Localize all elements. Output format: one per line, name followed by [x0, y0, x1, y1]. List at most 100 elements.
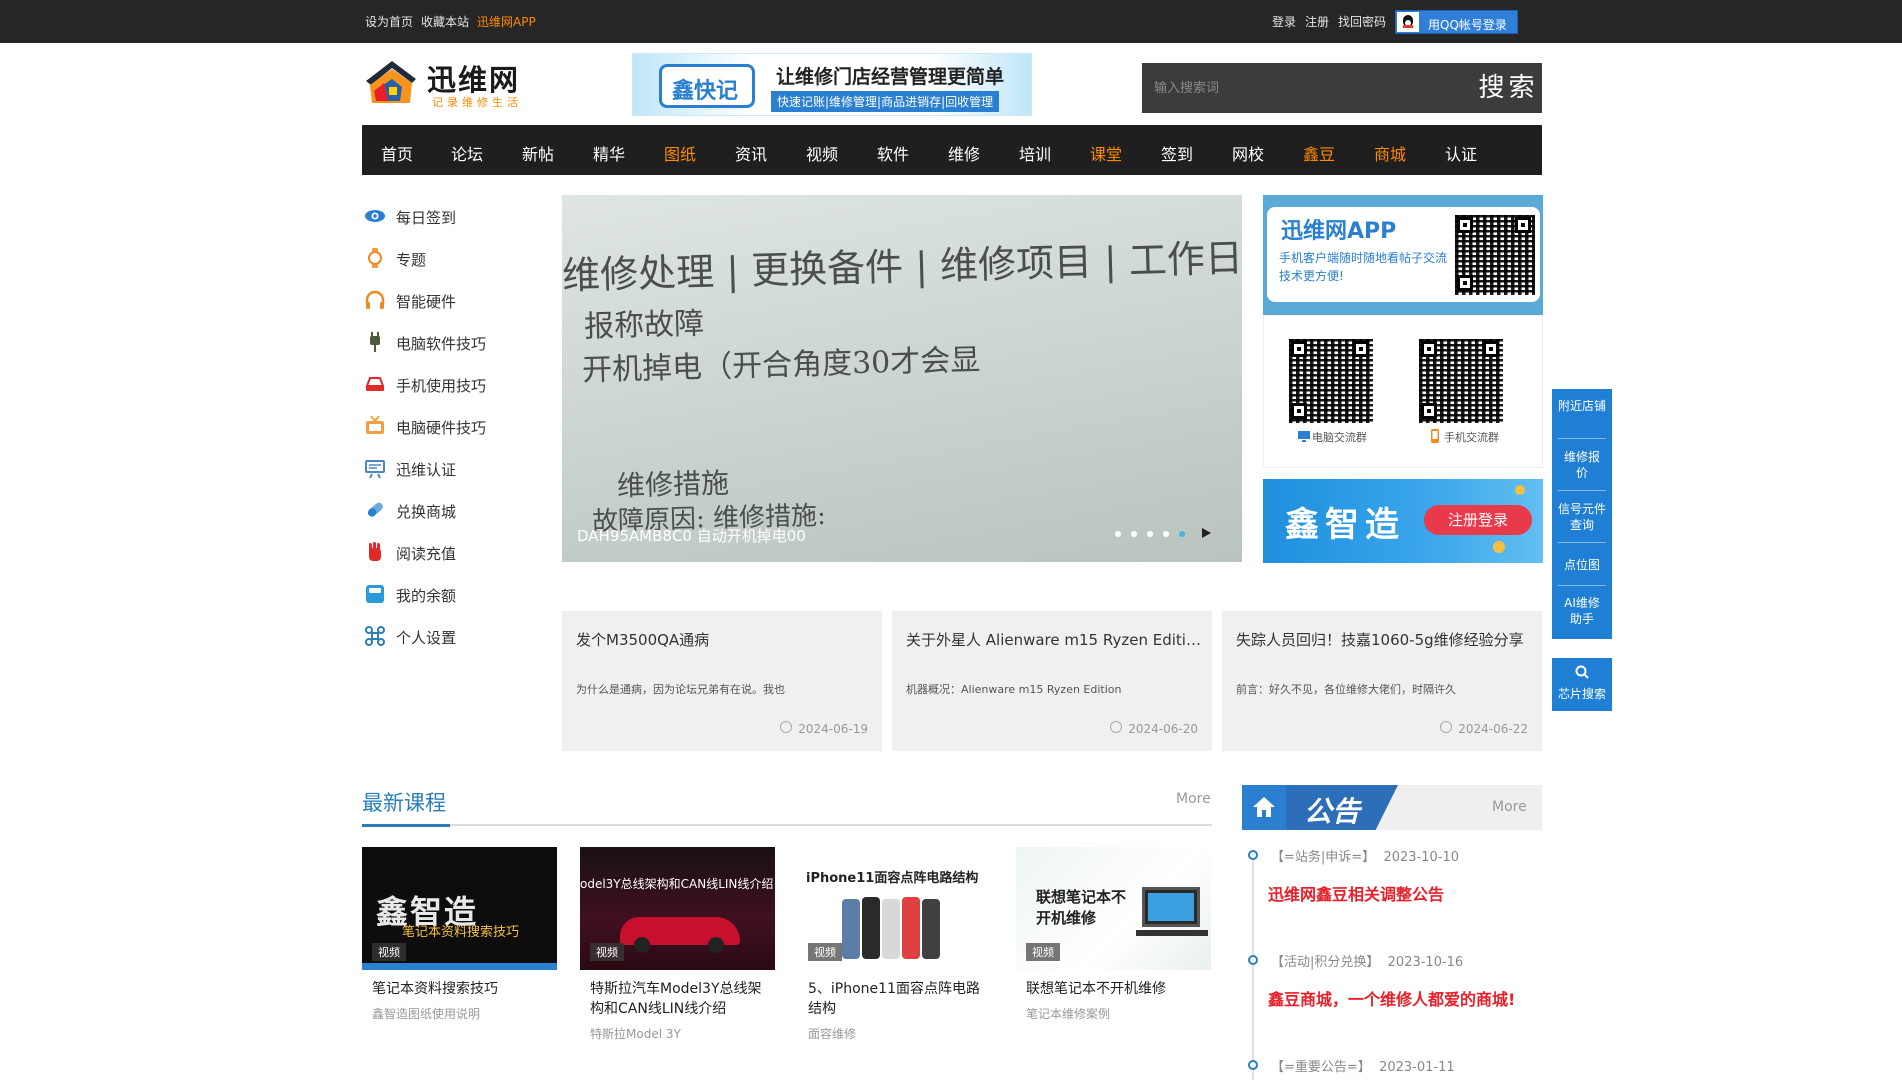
timeline-dot	[1248, 1060, 1258, 1070]
banner-subline: 快速记账|维修管理|商品进销存|回收管理	[771, 91, 1000, 112]
timeline-dot	[1248, 955, 1258, 965]
post-card[interactable]: 发个M3500QA通病 为什么是通病，因为论坛兄弟有在说。我也 2024-06-…	[562, 611, 882, 751]
notice-title-link[interactable]: 迅维网鑫豆相关调整公告	[1268, 881, 1444, 905]
notice-more-link[interactable]: More	[1492, 799, 1527, 815]
bookmark-link[interactable]: 收藏本站	[421, 13, 469, 30]
slider-photo-text: 开机掉电（开合角度30才会显	[581, 342, 981, 389]
side-signal-component[interactable]: 信号元件查询	[1552, 501, 1612, 533]
menu-label: 兑换商城	[396, 503, 457, 521]
post-excerpt: 为什么是通病，因为论坛兄弟有在说。我也	[576, 683, 785, 696]
course-thumbnail[interactable]: iPhone11面容点阵电路结构 视频	[798, 847, 993, 970]
pc-group-label: 电脑交流群	[1312, 431, 1367, 444]
courses-more-link[interactable]: More	[1176, 791, 1211, 807]
coin-icon	[1515, 485, 1525, 495]
nav-item-xindou[interactable]: 鑫豆	[1303, 141, 1335, 165]
courses-section-title: 最新课程	[362, 791, 446, 815]
menu-label: 个人设置	[396, 629, 457, 647]
section-divider	[362, 824, 1212, 826]
header-ad-banner[interactable]: 鑫快记 让维修门店经营管理更简单 快速记账|维修管理|商品进销存|回收管理	[632, 53, 1032, 116]
post-excerpt: 前言：好久不见，各位维修大佬们，时隔许久	[1236, 683, 1456, 696]
search-input[interactable]	[1142, 63, 1475, 113]
side-chip-search-button[interactable]: 芯片搜索	[1552, 658, 1612, 711]
thumb-text: 联想笔记本不开机维修	[1036, 888, 1127, 927]
logo-icon[interactable]	[362, 57, 420, 107]
slider-dot[interactable]	[1147, 531, 1153, 537]
course-tag: 视频	[808, 943, 842, 961]
notice-meta: 【=重要公告=】 2023-01-11	[1271, 1056, 1455, 1075]
menu-label: 手机使用技巧	[396, 377, 487, 395]
slider-dot[interactable]	[1115, 531, 1121, 537]
nav-item-software[interactable]: 软件	[877, 141, 909, 165]
xinzhizao-register-button[interactable]: 注册登录	[1424, 505, 1532, 535]
nav-item-new-posts[interactable]: 新帖	[522, 141, 554, 165]
course-name[interactable]: 5、iPhone11面容点阵电路结构	[808, 979, 993, 1019]
slider-play-icon[interactable]	[1202, 528, 1211, 538]
notice-date: 2023-10-16	[1387, 955, 1464, 970]
search-button[interactable]: 搜索	[1475, 63, 1542, 113]
course-thumbnail[interactable]: odel3Y总线架构和CAN线LIN线介绍 视频	[580, 847, 775, 970]
nav-item-schematics[interactable]: 图纸	[664, 141, 696, 165]
logo-name[interactable]: 迅维网	[427, 57, 520, 99]
slider-caption[interactable]: DAH95AMB8C0 自动开机掉电00	[577, 525, 806, 546]
post-card[interactable]: 失踪人员回归！技嘉1060-5g维修经验分享 前言：好久不见，各位维修大佬们，时…	[1222, 611, 1542, 751]
notice-title-link[interactable]: 鑫豆商城，一个维修人都爱的商城!	[1268, 986, 1515, 1010]
home-icon[interactable]	[1242, 785, 1286, 830]
post-card[interactable]: 关于外星人 Alienware m15 Ryzen Edition 维修 机器概…	[892, 611, 1212, 751]
forgot-password-link[interactable]: 找回密码	[1338, 13, 1386, 30]
side-ai-assistant[interactable]: AI维修助手	[1552, 595, 1612, 627]
notice-title: 公告	[1304, 795, 1361, 828]
featured-slider[interactable]: 维修处理 | 更换备件 | 维修项目 | 工作日志 | 报称故障 开机掉电（开合…	[562, 195, 1242, 562]
top-bar: 设为首页 收藏本站 迅维网APP 登录 注册 找回密码 用QQ帐号登录	[0, 0, 1902, 43]
app-promo-box[interactable]: 迅维网APP 手机客户端随时随地看帖子交流技术更方便!	[1263, 195, 1543, 315]
nav-item-classroom[interactable]: 课堂	[1090, 141, 1122, 165]
app-link[interactable]: 迅维网APP	[477, 13, 536, 30]
nav-item-mall[interactable]: 商城	[1374, 141, 1406, 165]
post-title[interactable]: 失踪人员回归！技嘉1060-5g维修经验分享	[1236, 629, 1534, 650]
nav-item-checkin[interactable]: 签到	[1161, 141, 1193, 165]
notice-header: 公告 More	[1242, 785, 1542, 830]
slider-photo-text: 报称故障	[583, 306, 705, 345]
side-repair-quote[interactable]: 维修报价	[1552, 449, 1612, 481]
nav-item-school[interactable]: 网校	[1232, 141, 1264, 165]
nav-item-training[interactable]: 培训	[1019, 141, 1051, 165]
nav-item-certify[interactable]: 认证	[1445, 141, 1477, 165]
course-name[interactable]: 联想笔记本不开机维修	[1026, 979, 1211, 999]
slider-dot[interactable]	[1131, 531, 1137, 537]
menu-label: 每日签到	[396, 209, 457, 227]
timeline-dot	[1248, 850, 1258, 860]
nav-item-repair[interactable]: 维修	[948, 141, 980, 165]
course-thumbnail[interactable]: 鑫智造 笔记本资料搜索技巧 视频	[362, 847, 557, 970]
course-tag: 视频	[1026, 943, 1060, 961]
qq-login-button[interactable]: 用QQ帐号登录	[1395, 10, 1518, 34]
phone-group-qr-code	[1419, 339, 1503, 423]
side-nearby-shops[interactable]: 附近店铺	[1552, 398, 1612, 414]
register-link[interactable]: 注册	[1305, 13, 1329, 30]
nav-item-forum[interactable]: 论坛	[451, 141, 483, 165]
section-divider-accent	[362, 824, 450, 827]
notice-category: 【=重要公告=】	[1271, 1060, 1371, 1075]
main-nav: 首页 论坛 新帖 精华 图纸 资讯 视频 软件 维修 培训 课堂 签到 网校 鑫…	[362, 125, 1542, 175]
eye-icon	[365, 210, 385, 222]
post-title[interactable]: 关于外星人 Alienware m15 Ryzen Edition 维修	[906, 629, 1204, 650]
slider-dot[interactable]	[1163, 531, 1169, 537]
side-float-panel: 附近店铺 维修报价 信号元件查询 点位图 AI维修助手	[1552, 389, 1612, 639]
menu-label: 我的余额	[396, 587, 457, 605]
menu-label: 智能硬件	[396, 293, 457, 311]
slider-dot-active[interactable]	[1179, 531, 1185, 537]
course-name[interactable]: 特斯拉汽车Model3Y总线架构和CAN线LIN线介绍	[590, 979, 775, 1019]
nav-item-video[interactable]: 视频	[806, 141, 838, 165]
coin-icon	[1493, 541, 1505, 553]
set-homepage-link[interactable]: 设为首页	[365, 13, 413, 30]
nav-item-featured[interactable]: 精华	[593, 141, 625, 165]
nav-item-news[interactable]: 资讯	[735, 141, 767, 165]
xinzhizao-title: 鑫智造	[1285, 505, 1405, 545]
xinzhizao-banner[interactable]: 鑫智造 注册登录	[1263, 479, 1543, 563]
course-name[interactable]: 笔记本资料搜索技巧	[372, 979, 557, 999]
tv-icon	[366, 416, 384, 434]
post-title[interactable]: 发个M3500QA通病	[576, 629, 874, 650]
side-pinout[interactable]: 点位图	[1552, 557, 1612, 573]
logo-slogan: 记录维修生活	[432, 96, 522, 109]
course-thumbnail[interactable]: 联想笔记本不开机维修 视频	[1016, 847, 1211, 970]
login-link[interactable]: 登录	[1272, 13, 1296, 30]
nav-item-home[interactable]: 首页	[381, 141, 413, 165]
